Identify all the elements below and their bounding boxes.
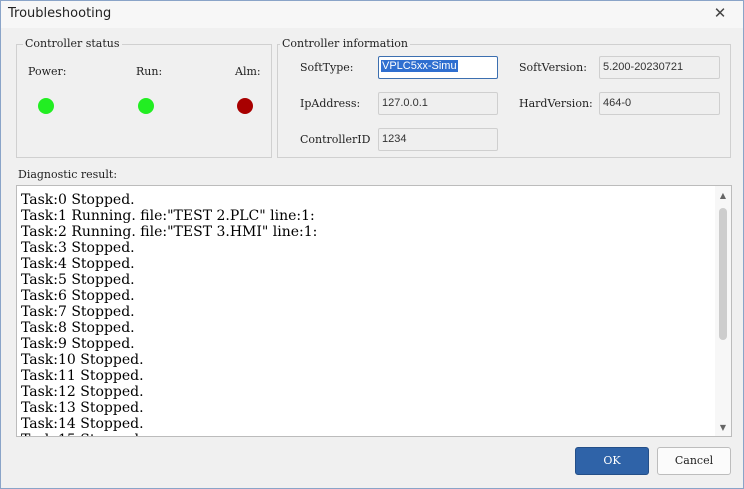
diagnostic-line: Task:13 Stopped. bbox=[21, 400, 144, 416]
diagnostic-line: Task:14 Stopped. bbox=[21, 416, 144, 432]
diagnostic-line: Task:0 Stopped. bbox=[21, 192, 135, 208]
diagnostic-line: Task:12 Stopped. bbox=[21, 384, 144, 400]
diagnostic-line: Task:11 Stopped. bbox=[21, 368, 144, 384]
diagnostic-line: Task:1 Running. file:"TEST 2.PLC" line:1… bbox=[21, 208, 315, 224]
diagnostic-lines: Task:0 Stopped. Task:1 Running. file:"TES… bbox=[21, 192, 318, 436]
power-led-icon bbox=[38, 98, 54, 114]
diagnostic-label: Diagnostic result: bbox=[18, 168, 118, 181]
title-bar[interactable]: Troubleshooting ✕ bbox=[1, 1, 743, 28]
diagnostic-output[interactable]: Task:0 Stopped. Task:1 Running. file:"TES… bbox=[16, 185, 732, 437]
run-led-icon bbox=[138, 98, 154, 114]
scroll-up-icon[interactable]: ▲ bbox=[715, 188, 731, 204]
diagnostic-line: Task:2 Running. file:"TEST 3.HMI" line:1… bbox=[21, 224, 318, 240]
controller-id-field[interactable]: 1234 bbox=[378, 128, 498, 151]
diagnostic-line: Task:6 Stopped. bbox=[21, 288, 135, 304]
window-title: Troubleshooting bbox=[8, 6, 112, 21]
controller-status-title: Controller status bbox=[23, 37, 122, 50]
run-label: Run: bbox=[136, 65, 163, 78]
diagnostic-line: Task:7 Stopped. bbox=[21, 304, 135, 320]
soft-type-label: SoftType: bbox=[300, 61, 354, 74]
diagnostic-line: Task:8 Stopped. bbox=[21, 320, 135, 336]
troubleshooting-dialog: Troubleshooting ✕ Controller status Powe… bbox=[0, 0, 744, 489]
alm-label: Alm: bbox=[235, 65, 261, 78]
scroll-down-icon[interactable]: ▼ bbox=[715, 420, 731, 436]
cancel-button[interactable]: Cancel bbox=[657, 447, 731, 475]
controller-id-label: ControllerID bbox=[300, 133, 371, 146]
diagnostic-line: Task:3 Stopped. bbox=[21, 240, 135, 256]
hard-version-label: HardVersion: bbox=[519, 97, 593, 110]
soft-type-field[interactable]: VPLC5xx-Simu bbox=[378, 56, 498, 79]
soft-version-label: SoftVersion: bbox=[519, 61, 587, 74]
close-icon[interactable]: ✕ bbox=[707, 3, 733, 25]
diagnostic-line: Task:5 Stopped. bbox=[21, 272, 135, 288]
diagnostic-scrollbar[interactable]: ▲ ▼ bbox=[715, 186, 731, 436]
diagnostic-line: Task:15 Stopped. bbox=[21, 432, 317, 436]
soft-version-field[interactable]: 5.200-20230721 bbox=[599, 56, 720, 79]
controller-info-title: Controller information bbox=[280, 37, 410, 50]
diagnostic-line: Task:10 Stopped. bbox=[21, 352, 144, 368]
soft-type-value: VPLC5xx-Simu bbox=[381, 60, 458, 72]
power-label: Power: bbox=[28, 65, 67, 78]
ok-button[interactable]: OK bbox=[575, 447, 649, 475]
diagnostic-line: Task:4 Stopped. bbox=[21, 256, 135, 272]
hard-version-field[interactable]: 464-0 bbox=[599, 92, 720, 115]
alm-led-icon bbox=[237, 98, 253, 114]
ip-address-label: IpAddress: bbox=[300, 97, 361, 110]
diagnostic-line: Task:9 Stopped. bbox=[21, 336, 135, 352]
ip-address-field[interactable]: 127.0.0.1 bbox=[378, 92, 498, 115]
scroll-thumb[interactable] bbox=[719, 208, 727, 340]
